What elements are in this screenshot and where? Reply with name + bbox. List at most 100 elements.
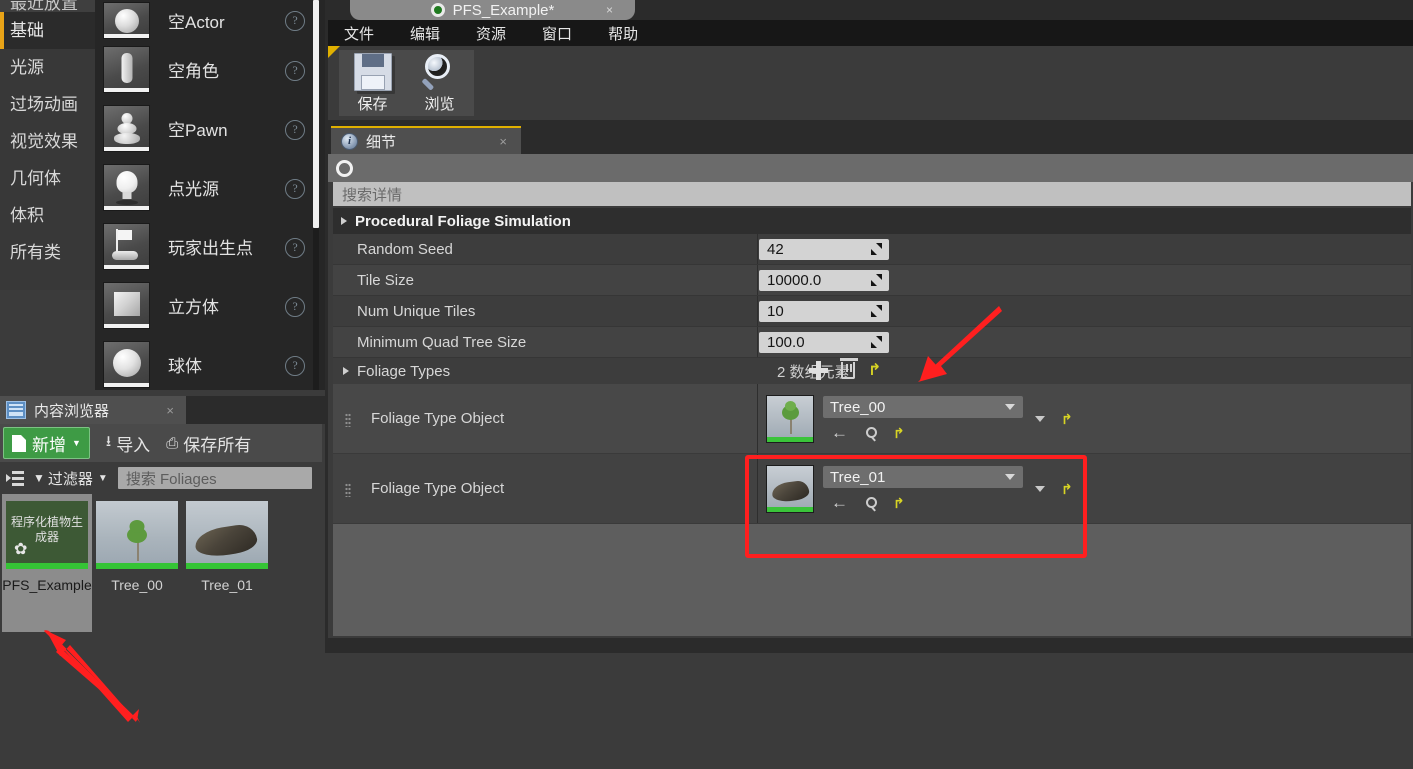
place-category-basic[interactable]: 基础 xyxy=(0,12,95,49)
place-item-empty-actor[interactable]: 空Actor ? xyxy=(95,0,325,40)
lock-selection-icon[interactable] xyxy=(336,159,353,177)
filters-button[interactable]: ▼ 过滤器 ▼ xyxy=(33,468,108,489)
asset-search-input[interactable]: 搜索 Foliages xyxy=(117,467,312,489)
help-icon[interactable]: ? xyxy=(285,11,305,31)
place-category-label: 体积 xyxy=(10,206,44,225)
foliage-star-icon: ✿ xyxy=(14,541,28,558)
reset-to-default-icon[interactable]: ↰ xyxy=(1061,481,1073,497)
help-icon[interactable]: ? xyxy=(285,355,305,376)
help-icon[interactable]: ? xyxy=(285,60,305,81)
reset-to-default-icon[interactable]: ↰ xyxy=(868,362,881,379)
help-icon[interactable]: ? xyxy=(285,237,305,258)
save-all-button[interactable]: ⎙ 保存所有 xyxy=(166,431,251,456)
asset-tile-pfs-example[interactable]: 程序化植物生 成器 ✿ PFS_Example xyxy=(2,494,92,632)
place-item-empty-character[interactable]: 空角色 ? xyxy=(95,40,325,99)
place-item-sphere[interactable]: 球体 ? xyxy=(95,335,325,390)
spinner-icon[interactable] xyxy=(871,304,882,317)
browse-to-asset-icon[interactable] xyxy=(866,497,877,508)
place-category-lights[interactable]: 光源 xyxy=(0,49,95,86)
place-category-label: 基础 xyxy=(10,21,44,40)
reset-to-default-icon[interactable]: ↰ xyxy=(1061,411,1073,427)
magnifier-handle xyxy=(420,77,434,91)
close-icon[interactable]: × xyxy=(499,134,507,149)
tab-details[interactable]: i 细节 × xyxy=(331,126,521,154)
use-selected-asset-icon[interactable]: ← xyxy=(831,424,848,441)
drag-handle[interactable] xyxy=(345,483,351,497)
chevron-down-icon[interactable] xyxy=(1035,485,1045,492)
tab-pfs-example[interactable]: PFS_Example* × xyxy=(350,0,635,20)
add-new-button[interactable]: 新增 ▼ xyxy=(3,427,90,459)
tile-size-input[interactable]: 10000.0 xyxy=(759,269,889,291)
asset-tile-tree-01[interactable]: Tree_01 xyxy=(182,494,272,632)
add-element-button[interactable] xyxy=(809,361,828,380)
place-category-recent[interactable]: 最近放置 xyxy=(0,0,95,12)
asset-type-icon xyxy=(430,3,445,17)
view-options-icon[interactable] xyxy=(6,470,24,486)
category-header-procedural-foliage-simulation[interactable]: Procedural Foliage Simulation xyxy=(333,208,1411,234)
reset-to-default-icon[interactable]: ↰ xyxy=(893,495,905,511)
details-toolbar xyxy=(328,154,1413,182)
page-icon xyxy=(12,434,26,452)
place-actors-category-list: 最近放置 基础 光源 过场动画 视觉效果 几何体 体积 所有类 xyxy=(0,0,95,390)
asset-picker-actions: ← ↰ xyxy=(823,494,1023,511)
place-category-cinematic[interactable]: 过场动画 xyxy=(0,86,95,123)
property-row-random-seed: Random Seed 42 xyxy=(333,234,1411,265)
expand-triangle-icon xyxy=(343,367,349,375)
help-icon[interactable]: ? xyxy=(285,296,305,317)
place-category-geometry[interactable]: 几何体 xyxy=(0,160,95,197)
foliage-type-asset-dropdown[interactable]: Tree_01 xyxy=(823,466,1023,488)
spinner-icon[interactable] xyxy=(871,335,882,348)
menu-file[interactable]: 文件 xyxy=(344,23,374,44)
place-category-volumes[interactable]: 体积 xyxy=(0,197,95,234)
place-category-label: 几何体 xyxy=(10,169,61,188)
spinner-icon[interactable] xyxy=(871,242,882,255)
foliage-type-asset-dropdown[interactable]: Tree_00 xyxy=(823,396,1023,418)
browse-to-asset-icon[interactable] xyxy=(866,427,877,438)
close-icon[interactable]: × xyxy=(606,3,613,17)
import-button[interactable]: ⭳ 导入 xyxy=(106,431,150,456)
place-item-player-start[interactable]: 玩家出生点 ? xyxy=(95,217,325,276)
place-item-empty-pawn[interactable]: 空Pawn ? xyxy=(95,99,325,158)
menu-asset[interactable]: 资源 xyxy=(476,23,506,44)
close-icon[interactable]: × xyxy=(166,403,174,418)
use-selected-asset-icon[interactable]: ← xyxy=(831,494,848,511)
caption-line-1: 程序化植物生 xyxy=(10,515,83,529)
foliage-types-label-cell[interactable]: Foliage Types xyxy=(333,363,757,380)
browse-button[interactable]: 浏览 xyxy=(406,50,473,116)
character-thumbnail xyxy=(103,46,150,93)
chevron-down-icon[interactable] xyxy=(1035,415,1045,422)
menu-edit[interactable]: 编辑 xyxy=(410,23,440,44)
drag-handle[interactable] xyxy=(345,413,351,427)
property-rows: Random Seed 42 Tile Size 10000.0 Num Uni… xyxy=(333,234,1411,524)
menu-window[interactable]: 窗口 xyxy=(542,23,572,44)
help-icon[interactable]: ? xyxy=(285,178,305,199)
place-category-visual-effects[interactable]: 视觉效果 xyxy=(0,123,95,160)
chevron-down-icon: ▼ xyxy=(72,438,81,448)
place-category-all-classes[interactable]: 所有类 xyxy=(0,234,95,271)
menu-bar: 文件 编辑 资源 窗口 帮助 xyxy=(328,20,1413,46)
minimum-quad-tree-size-input[interactable]: 100.0 xyxy=(759,331,889,353)
spinner-icon[interactable] xyxy=(871,273,882,286)
place-item-cube[interactable]: 立方体 ? xyxy=(95,276,325,335)
column-divider xyxy=(757,296,758,326)
content-browser-panel: 内容浏览器 × 新增 ▼ ⭳ 导入 ⎙ 保存所有 ▼ 过滤器 ▼ 搜索 Foli… xyxy=(0,396,325,632)
place-item-label: 球体 xyxy=(168,357,202,376)
place-actors-item-list[interactable]: 空Actor ? 空角色 ? 空Pawn ? 点光源 ? 玩家出生点 ? 立方体… xyxy=(95,0,325,390)
num-unique-tiles-input[interactable]: 10 xyxy=(759,300,889,322)
help-icon[interactable]: ? xyxy=(285,119,305,140)
random-seed-input[interactable]: 42 xyxy=(759,238,889,260)
reset-to-default-icon[interactable]: ↰ xyxy=(893,425,905,441)
column-divider xyxy=(757,327,758,357)
save-button[interactable]: 保存 xyxy=(339,50,406,116)
menu-help[interactable]: 帮助 xyxy=(608,23,638,44)
rock-thumbnail xyxy=(766,464,814,513)
details-search-input[interactable]: 搜索详情 xyxy=(333,182,1411,206)
tab-label: 细节 xyxy=(366,133,397,151)
property-row-num-unique-tiles: Num Unique Tiles 10 xyxy=(333,296,1411,327)
place-item-point-light[interactable]: 点光源 ? xyxy=(95,158,325,217)
delete-all-elements-button[interactable] xyxy=(840,358,858,379)
asset-tile-tree-00[interactable]: Tree_00 xyxy=(92,494,182,632)
table-row: Foliage Type Object Tree_01 ← ↰ ↰ xyxy=(333,454,1411,524)
sphere-thumbnail xyxy=(103,1,150,39)
tab-content-browser[interactable]: 内容浏览器 × xyxy=(0,396,186,424)
